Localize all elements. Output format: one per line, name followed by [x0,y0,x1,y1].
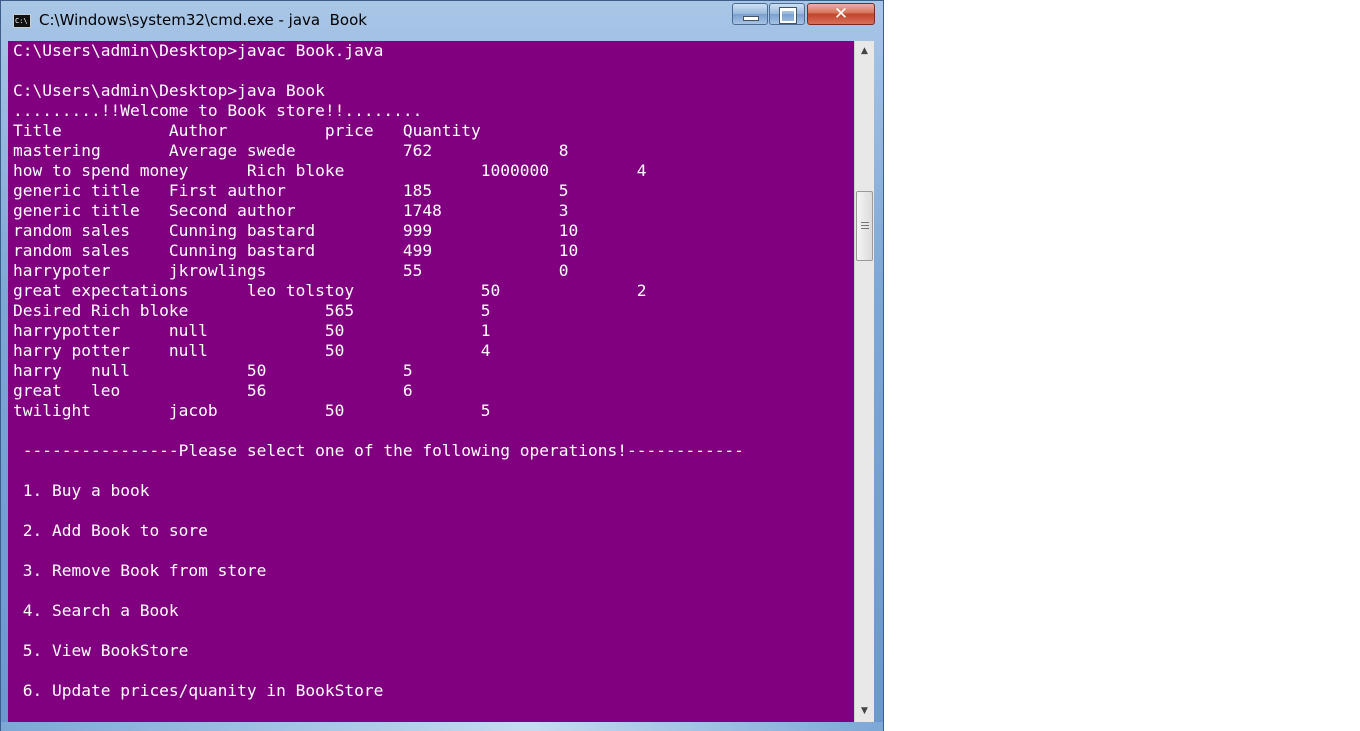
console-line: random sales Cunning bastard 999 10 [13,221,579,240]
maximize-icon [779,7,797,24]
grip-line [861,222,869,223]
console-line: random sales Cunning bastard 499 10 [13,241,579,260]
console-line: harrypoter jkrowlings 55 0 [13,261,569,280]
console-line: C:\Users\admin\Desktop>javac Book.java [13,41,384,60]
console-line: Title Author price Quantity [13,121,481,140]
scrollbar-thumb[interactable] [856,191,873,261]
console-line: harry null 50 5 [13,361,413,380]
scroll-up-arrow-icon[interactable]: ▲ [855,43,874,60]
grip-line [861,225,869,226]
console-line: great leo 56 6 [13,381,413,400]
window-bottom-border [1,722,883,731]
cmd-app-icon[interactable]: C:\ [13,14,31,28]
maximize-button[interactable] [769,3,805,25]
window-title: C:\Windows\system32\cmd.exe - java Book [39,11,367,29]
console-line: 1. Buy a book [13,481,150,500]
cmd-window: C:\ C:\Windows\system32\cmd.exe - java B… [0,0,884,731]
title-bar[interactable]: C:\ C:\Windows\system32\cmd.exe - java B… [1,1,883,39]
console-line: 5. View BookStore [13,641,189,660]
console-line: ----------------Please select one of the… [13,441,744,460]
console-line: how to spend money Rich bloke 1000000 4 [13,161,647,180]
minimize-button[interactable] [732,3,768,25]
console-line: Desired Rich bloke 565 5 [13,301,491,320]
vertical-scrollbar[interactable]: ▲ ▼ [854,41,874,722]
console-line: twilight jacob 50 5 [13,401,491,420]
scroll-down-arrow-icon[interactable]: ▼ [855,703,874,720]
close-icon: ✕ [833,4,849,24]
console-line: harrypotter null 50 1 [13,321,491,340]
console-line: generic title Second author 1748 3 [13,201,569,220]
close-button[interactable]: ✕ [807,3,875,25]
console-line: mastering Average swede 762 8 [13,141,569,160]
console-line: 4. Search a Book [13,601,179,620]
console-output[interactable]: C:\Users\admin\Desktop>javac Book.java C:… [8,41,854,722]
console-lines: C:\Users\admin\Desktop>javac Book.java C:… [13,41,744,701]
console-line: C:\Users\admin\Desktop>java Book [13,81,325,100]
console-line: great expectations leo tolstoy 50 2 [13,281,647,300]
console-line: 6. Update prices/quanity in BookStore [13,681,384,700]
console-line: harry potter null 50 4 [13,341,491,360]
minimize-icon [743,16,759,21]
grip-line [861,228,869,229]
console-line: generic title First author 185 5 [13,181,569,200]
console-line: .........!!Welcome to Book store!!......… [13,101,423,120]
console-line: 2. Add Book to sore [13,521,208,540]
console-line: 3. Remove Book from store [13,561,267,580]
